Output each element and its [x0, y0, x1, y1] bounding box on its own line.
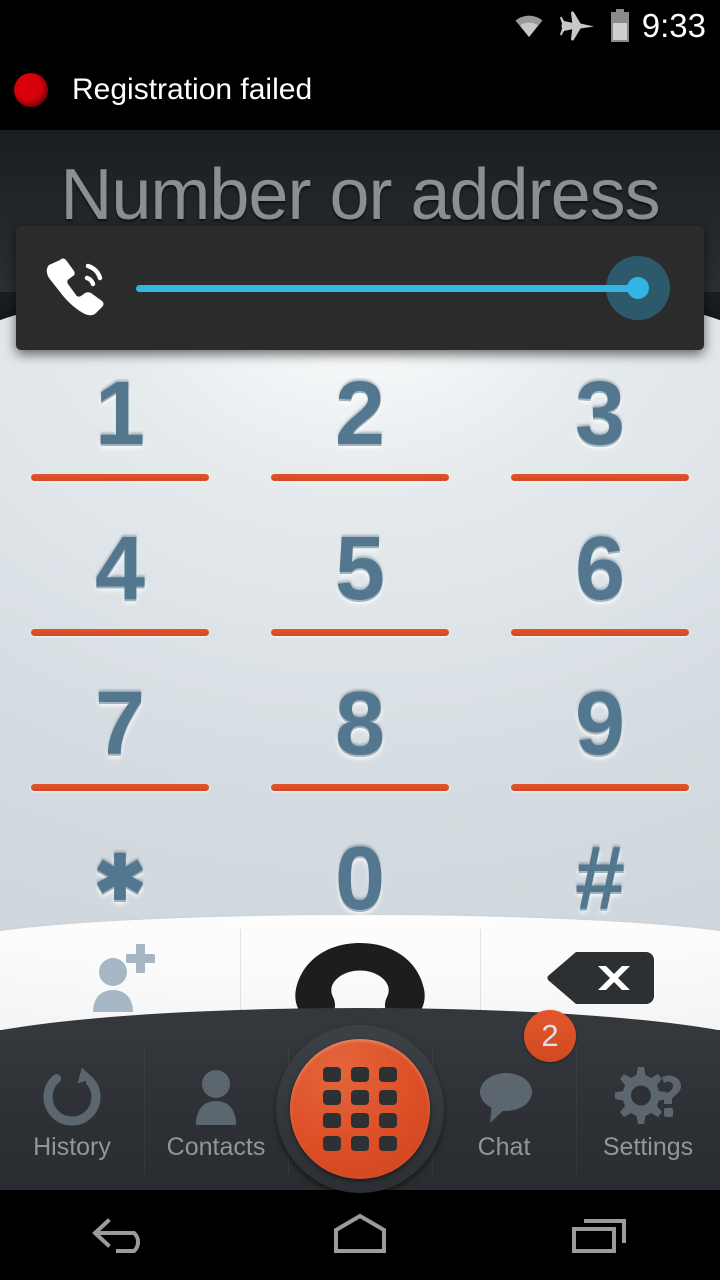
- status-clock: 9:33: [641, 7, 706, 44]
- dialpad-key-1[interactable]: 1: [0, 340, 240, 495]
- gear-question-icon: [612, 1066, 684, 1127]
- speech-bubble-icon: [472, 1067, 536, 1127]
- volume-slider-thumb[interactable]: [627, 277, 649, 299]
- red-circle-icon: [14, 73, 48, 107]
- key-glyph: 5: [334, 518, 386, 619]
- fab-inner[interactable]: [290, 1039, 430, 1179]
- person-icon: [190, 1067, 242, 1127]
- dialpad-key-6[interactable]: 6: [480, 495, 720, 650]
- android-system-nav: [0, 1190, 720, 1280]
- key-glyph: #: [574, 828, 626, 929]
- history-circular-arrow-icon: [42, 1067, 102, 1127]
- key-glyph: 7: [94, 673, 146, 774]
- nav-label-history: History: [33, 1132, 111, 1161]
- person-add-icon: [81, 940, 159, 1021]
- nav-label-settings: Settings: [602, 1132, 694, 1161]
- key-underline: [271, 629, 449, 636]
- key-glyph: 1: [94, 363, 146, 464]
- number-input-placeholder: Number or address: [60, 155, 660, 235]
- dialpad-key-2[interactable]: 2: [240, 340, 480, 495]
- notification-banner[interactable]: Registration failed: [0, 52, 720, 128]
- key-underline: [511, 629, 689, 636]
- key-glyph: 8: [334, 673, 386, 774]
- key-glyph: 6: [574, 518, 626, 619]
- volume-overlay-panel[interactable]: [16, 226, 704, 350]
- dialpad-grid-icon: [323, 1067, 397, 1151]
- dialpad-key-3[interactable]: 3: [480, 340, 720, 495]
- airplane-mode-icon: [559, 10, 596, 42]
- key-glyph: 0: [334, 828, 386, 929]
- nav-item-settings[interactable]: Settings: [576, 1030, 720, 1190]
- status-bar: 9:33: [0, 0, 720, 52]
- ringer-volume-icon: [16, 254, 136, 322]
- volume-slider[interactable]: [136, 256, 670, 320]
- dialpad-key-4[interactable]: 4: [0, 495, 240, 650]
- backspace-delete-icon: [546, 948, 654, 1013]
- nav-item-history[interactable]: History: [0, 1030, 144, 1190]
- home-pentagon-icon[interactable]: [322, 1211, 398, 1260]
- nav-item-contacts[interactable]: Contacts: [144, 1030, 288, 1190]
- key-glyph: 2: [334, 363, 386, 464]
- nav-label-contacts: Contacts: [166, 1132, 266, 1161]
- key-glyph: 9: [574, 673, 626, 774]
- key-underline: [271, 474, 449, 481]
- battery-icon: [610, 9, 630, 43]
- nav-label-chat: Chat: [477, 1132, 531, 1161]
- recent-apps-icon[interactable]: [562, 1211, 638, 1260]
- key-underline: [31, 784, 209, 791]
- dialpad-fab[interactable]: [276, 1025, 444, 1193]
- volume-slider-track[interactable]: [136, 284, 644, 292]
- key-glyph: ✱: [94, 843, 146, 913]
- wifi-icon: [512, 12, 546, 40]
- notification-text: Registration failed: [72, 73, 313, 106]
- dialpad-key-7[interactable]: 7: [0, 650, 240, 805]
- key-glyph: 4: [94, 518, 146, 619]
- chat-unread-badge: 2: [524, 1010, 576, 1062]
- back-arrow-icon[interactable]: [82, 1211, 158, 1260]
- key-underline: [511, 784, 689, 791]
- key-glyph: 3: [574, 363, 626, 464]
- key-underline: [31, 474, 209, 481]
- key-underline: [271, 784, 449, 791]
- dialpad-key-5[interactable]: 5: [240, 495, 480, 650]
- dialpad-key-9[interactable]: 9: [480, 650, 720, 805]
- dialpad-key-8[interactable]: 8: [240, 650, 480, 805]
- key-underline: [31, 629, 209, 636]
- key-underline: [511, 474, 689, 481]
- dialpad-grid: 1 2 3 4 5 6 7 8 9 ✱ 0 #: [0, 340, 720, 960]
